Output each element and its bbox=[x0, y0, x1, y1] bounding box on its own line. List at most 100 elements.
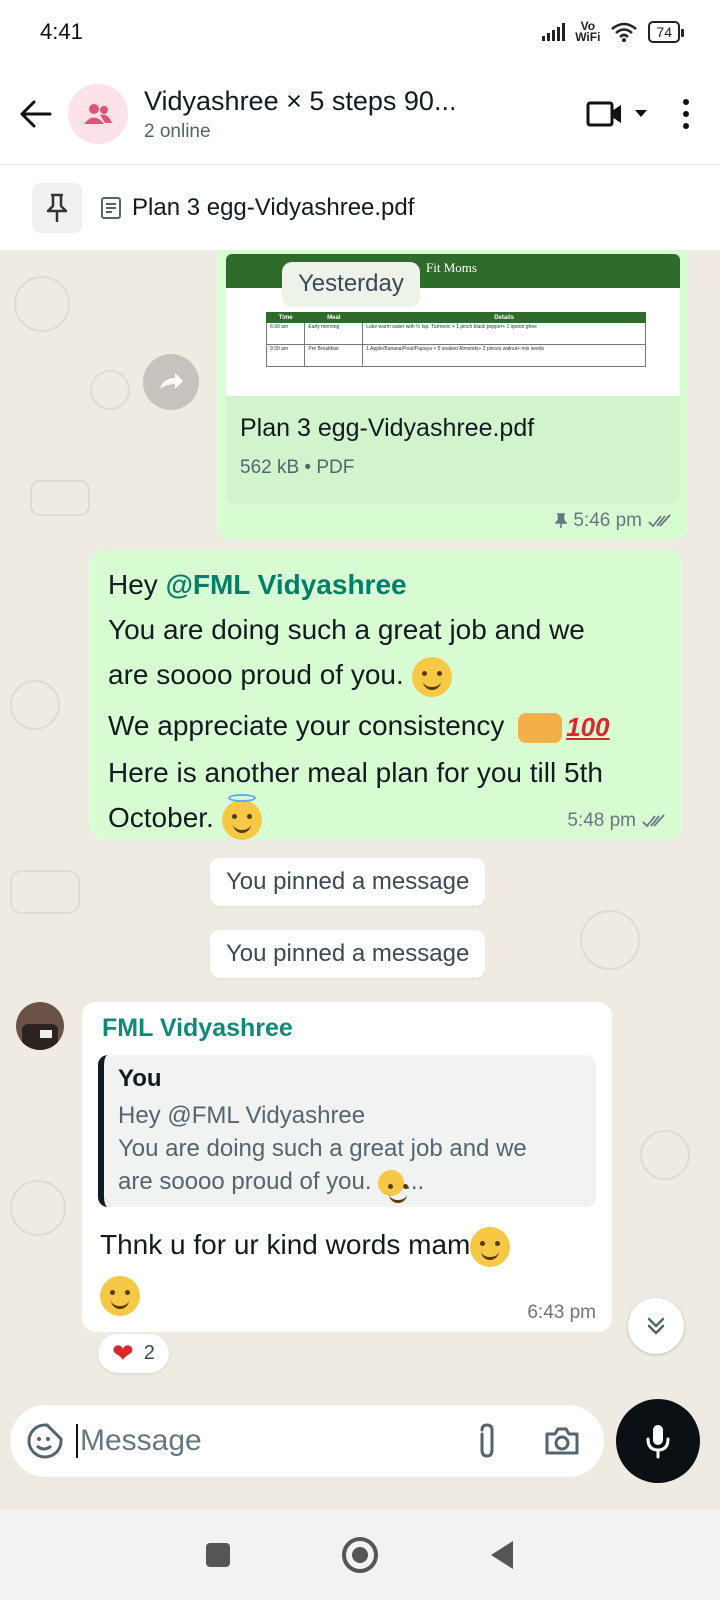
double-check-icon bbox=[648, 514, 671, 528]
system-message: You pinned a message bbox=[210, 930, 486, 978]
more-options-button[interactable] bbox=[674, 92, 698, 136]
pdf-file-info[interactable]: Plan 3 egg-Vidyashree.pdf 562 kB • PDF bbox=[226, 396, 680, 504]
double-chevron-down-icon bbox=[647, 1317, 665, 1335]
message-meta: 5:48 pm bbox=[567, 810, 666, 832]
voice-message-button[interactable] bbox=[616, 1399, 700, 1483]
quote-line: are soooo proud of you. ... bbox=[118, 1168, 425, 1203]
status-icons: Vo WiFi 74 bbox=[542, 19, 684, 44]
sender-avatar[interactable] bbox=[16, 1002, 64, 1050]
date-chip: Yesterday bbox=[282, 262, 420, 306]
online-status: 2 online bbox=[144, 120, 211, 142]
forward-icon bbox=[160, 373, 183, 389]
message-text: Hey bbox=[108, 569, 166, 600]
video-call-button[interactable] bbox=[582, 92, 652, 136]
quoted-message[interactable]: You Hey @FML Vidyashree You are doing su… bbox=[98, 1055, 596, 1207]
message-input[interactable] bbox=[76, 1424, 472, 1458]
document-icon bbox=[101, 196, 121, 219]
pinned-file-name: Plan 3 egg-Vidyashree.pdf bbox=[132, 193, 415, 221]
attachment-icon[interactable] bbox=[472, 1422, 502, 1460]
recents-icon[interactable] bbox=[205, 1542, 231, 1568]
pdf-cell: Luke warm water with ½ tsp. Turmeric + 1… bbox=[362, 322, 646, 345]
camera-icon[interactable] bbox=[544, 1425, 580, 1457]
message-time: 5:46 pm bbox=[573, 510, 642, 531]
wallpaper-doodle bbox=[10, 870, 80, 914]
battery-icon: 74 bbox=[648, 21, 684, 43]
quote-text: Hey @FML Vidyashree You are doing such a… bbox=[118, 1099, 582, 1203]
pdf-file-meta: 562 kB • PDF bbox=[240, 457, 355, 478]
hugging-face-emoji bbox=[411, 656, 452, 697]
wallpaper-doodle bbox=[30, 480, 90, 516]
back-button[interactable] bbox=[16, 94, 56, 134]
message-text: We appreciate your consistency bbox=[108, 710, 513, 741]
video-camera-icon bbox=[586, 101, 621, 127]
chat-area[interactable]: Fit Moms Time Meal Details 6:30 am Early… bbox=[0, 250, 720, 1405]
incoming-reply-message[interactable]: FML Vidyashree You Hey @FML Vidyashree Y… bbox=[82, 1002, 612, 1332]
message-meta: 5:46 pm bbox=[555, 510, 672, 532]
message-text: October. bbox=[108, 802, 222, 834]
chat-info[interactable]: Vidyashree × 5 steps 90... 2 online bbox=[144, 86, 582, 143]
hundred-points-emoji: 100 bbox=[566, 712, 610, 743]
double-check-icon bbox=[642, 814, 665, 828]
message-meta: 6:43 pm bbox=[527, 1302, 596, 1324]
sender-name[interactable]: FML Vidyashree bbox=[102, 1014, 596, 1043]
quote-line: Hey @FML Vidyashree bbox=[118, 1102, 366, 1129]
quote-line: You are doing such a great job and we bbox=[118, 1135, 527, 1162]
reaction-badge[interactable]: ❤ 2 bbox=[98, 1334, 169, 1373]
wallpaper-doodle bbox=[640, 1130, 690, 1180]
message-input-pill[interactable] bbox=[10, 1405, 604, 1477]
message-line: Hey @FML Vidyashree bbox=[108, 562, 664, 607]
message-text: You are doing such a great job and we bbox=[108, 614, 585, 645]
smiling-face-emoji bbox=[100, 1276, 140, 1317]
group-icon bbox=[84, 104, 112, 124]
pin-icon bbox=[32, 182, 82, 233]
status-time: 4:41 bbox=[40, 19, 83, 44]
vowifi-label: Vo WiFi bbox=[575, 19, 601, 44]
wifi-icon bbox=[611, 22, 638, 42]
wallpaper-doodle bbox=[14, 276, 70, 332]
chat-header: Vidyashree × 5 steps 90... 2 online bbox=[0, 64, 720, 164]
message-text: Here is another meal plan for you till 5… bbox=[108, 757, 603, 789]
message-line: We appreciate your consistency 100 bbox=[108, 703, 664, 750]
system-message: You pinned a message bbox=[210, 858, 486, 906]
reaction-count: 2 bbox=[143, 1342, 155, 1364]
handshake-emoji bbox=[518, 712, 563, 743]
system-navigation-bar bbox=[0, 1510, 720, 1600]
message-time: 5:48 pm bbox=[567, 810, 636, 831]
chat-title: Vidyashree × 5 steps 90... bbox=[144, 85, 457, 116]
status-bar: 4:41 Vo WiFi 74 bbox=[0, 0, 720, 64]
caret-down-icon bbox=[635, 110, 647, 117]
microphone-icon bbox=[646, 1425, 670, 1459]
message-text: are soooo proud of you. bbox=[108, 659, 412, 690]
message-text: Thnk u for ur kind words mam bbox=[100, 1225, 596, 1317]
mention-link[interactable]: @FML Vidyashree bbox=[166, 569, 407, 600]
pdf-column-header: Details bbox=[362, 312, 646, 323]
signal-icon bbox=[542, 23, 566, 41]
pdf-preview-table: Time Meal Details 6:30 am Early morning … bbox=[265, 312, 646, 367]
group-avatar[interactable] bbox=[68, 84, 128, 144]
pdf-cell: 9:30 am bbox=[265, 344, 306, 367]
heart-icon: ❤ bbox=[112, 1338, 134, 1368]
pdf-cell: 1 Apple/Banana/Pear/Papaya + 5 soaked Al… bbox=[362, 344, 646, 367]
wallpaper-doodle bbox=[90, 370, 130, 410]
pinned-message-bar[interactable]: Plan 3 egg-Vidyashree.pdf bbox=[0, 164, 720, 250]
outgoing-text-message[interactable]: Hey @FML Vidyashree You are doing such a… bbox=[90, 550, 682, 840]
message-line: are soooo proud of you. bbox=[108, 652, 664, 697]
hugging-face-emoji bbox=[378, 1169, 408, 1203]
wallpaper-doodle bbox=[10, 1180, 66, 1236]
scroll-to-bottom-button[interactable] bbox=[628, 1298, 684, 1354]
arrow-left-icon bbox=[20, 100, 52, 128]
pin-icon bbox=[555, 513, 568, 528]
message-composer bbox=[0, 1399, 720, 1483]
table-row: 6:30 am Early morning Luke warm water wi… bbox=[265, 322, 646, 345]
fit-moms-logo: Fit Moms bbox=[426, 260, 477, 275]
sticker-icon[interactable] bbox=[26, 1422, 64, 1460]
pdf-file-name: Plan 3 egg-Vidyashree.pdf bbox=[240, 414, 535, 442]
pdf-cell: Early morning bbox=[304, 322, 364, 345]
wallpaper-doodle bbox=[10, 680, 60, 730]
quote-author: You bbox=[118, 1065, 162, 1092]
forward-button[interactable] bbox=[143, 354, 199, 410]
pdf-column-header: Meal bbox=[304, 312, 364, 323]
smiling-face-emoji bbox=[470, 1226, 511, 1267]
home-icon[interactable] bbox=[341, 1536, 379, 1574]
back-nav-icon[interactable] bbox=[489, 1540, 515, 1570]
